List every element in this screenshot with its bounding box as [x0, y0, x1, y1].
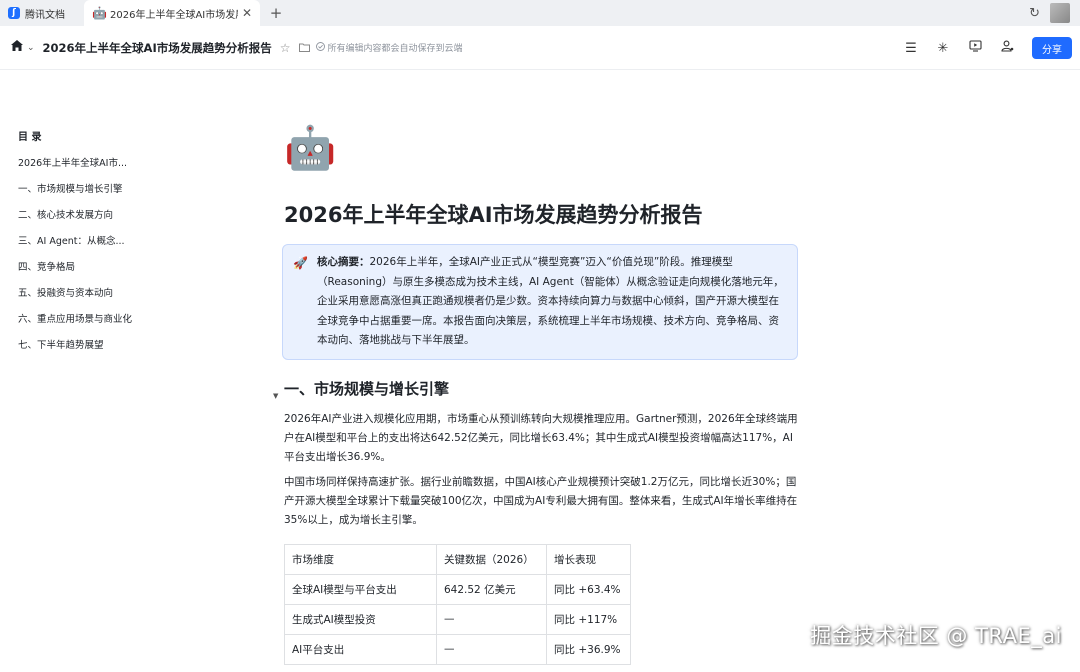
table-row: AI平台支出 — 同比 +36.9%	[284, 633, 631, 665]
table-row: 生成式AI模型投资 — 同比 +117%	[284, 603, 631, 635]
table-header-cell[interactable]: 市场维度	[284, 543, 437, 575]
toc-item[interactable]: 2026年上半年全球AI市...	[18, 157, 148, 183]
table-row: 全球AI模型与平台支出 642.52 亿美元 同比 +63.4%	[284, 573, 631, 605]
star-icon[interactable]: ☆	[280, 41, 291, 55]
table-cell[interactable]: 同比 +63.4%	[546, 573, 631, 605]
paragraph[interactable]: 中国市场同样保持高速扩张。据行业前瞻数据，中国AI核心产业规模预计突破1.2万亿…	[284, 473, 800, 530]
toc-item[interactable]: 四、竞争格局	[18, 261, 148, 287]
check-circle-icon	[315, 41, 325, 54]
share-button[interactable]: 分享	[1032, 37, 1072, 59]
browser-tab-strip: ʃ 腾讯文档 🤖 2026年上半年全球AI市场发展趋势 ✕ + ↻	[0, 0, 1080, 26]
table-header-cell[interactable]: 增长表现	[546, 543, 631, 575]
tencent-docs-logo-icon: ʃ	[8, 7, 20, 19]
page-title[interactable]: 2026年上半年全球AI市场发展趋势分析报告	[284, 200, 800, 230]
user-permission-icon[interactable]	[1000, 40, 1014, 56]
menu-icon[interactable]: ☰	[904, 41, 918, 56]
table-cell[interactable]: AI平台支出	[284, 633, 437, 665]
table-cell[interactable]: 同比 +117%	[546, 603, 631, 635]
document-title[interactable]: 2026年上半年全球AI市场发展趋势分析报告	[43, 40, 272, 56]
folder-icon[interactable]	[298, 41, 310, 55]
toc-item[interactable]: 六、重点应用场景与商业化	[18, 313, 148, 339]
table-cell[interactable]: 全球AI模型与平台支出	[284, 573, 437, 605]
close-tab-icon[interactable]: ✕	[242, 6, 252, 20]
collapse-triangle-icon[interactable]: ▼	[273, 385, 278, 407]
table-of-contents: 目 录 2026年上半年全球AI市... 一、市场规模与增长引擎 二、核心技术发…	[18, 128, 148, 365]
rocket-icon: 🚀	[293, 256, 308, 270]
toc-title: 目 录	[18, 132, 42, 143]
save-status: 所有编辑内容都会自动保存到云端	[315, 41, 463, 54]
toc-item[interactable]: 一、市场规模与增长引擎	[18, 183, 148, 209]
browser-controls: ↻	[1029, 3, 1070, 23]
callout-text: 2026年上半年，全球AI产业正式从“模型竞赛”迈入“价值兑现”阶段。推理模型（…	[317, 256, 784, 346]
robot-favicon-icon: 🤖	[92, 6, 107, 20]
section-heading[interactable]: ▼ 一、市场规模与增长引擎	[273, 378, 800, 400]
new-tab-button[interactable]: +	[264, 4, 288, 22]
table-header-row: 市场维度 关键数据（2026） 增长表现	[284, 543, 631, 575]
tab-tencent-docs[interactable]: ʃ 腾讯文档	[0, 0, 78, 26]
summary-callout[interactable]: 🚀 核心摘要：2026年上半年，全球AI产业正式从“模型竞赛”迈入“价值兑现”阶…	[282, 244, 798, 360]
table-cell[interactable]: —	[436, 633, 547, 665]
home-icon[interactable]	[10, 39, 24, 56]
table-header-cell[interactable]: 关键数据（2026）	[436, 543, 547, 575]
toc-item[interactable]: 二、核心技术发展方向	[18, 209, 148, 235]
table-cell[interactable]: 642.52 亿美元	[436, 573, 547, 605]
reload-icon[interactable]: ↻	[1029, 6, 1040, 21]
ai-sparkle-icon[interactable]: ✳	[936, 41, 950, 56]
presentation-icon[interactable]	[968, 40, 982, 56]
callout-lead: 核心摘要：	[317, 256, 370, 268]
document-body[interactable]: 🤖 2026年上半年全球AI市场发展趋势分析报告 🚀 核心摘要：2026年上半年…	[273, 122, 800, 665]
header-actions: ☰ ✳ 分享	[904, 26, 1072, 70]
toc-item[interactable]: 三、AI Agent：从概念...	[18, 235, 148, 261]
table-cell[interactable]: —	[436, 603, 547, 635]
table-cell[interactable]: 生成式AI模型投资	[284, 603, 437, 635]
watermark: 掘金技术社区 @ TRAE_ai	[810, 624, 1062, 648]
document-header: ⌄ 2026年上半年全球AI市场发展趋势分析报告 ☆ 所有编辑内容都会自动保存到…	[0, 26, 1080, 70]
chevron-down-icon[interactable]: ⌄	[27, 43, 35, 53]
document-emoji-icon[interactable]: 🤖	[284, 122, 800, 178]
profile-avatar[interactable]	[1050, 3, 1070, 23]
toc-item[interactable]: 七、下半年趋势展望	[18, 339, 148, 365]
tab-label: 2026年上半年全球AI市场发展趋势	[110, 9, 238, 21]
market-data-table[interactable]: 市场维度 关键数据（2026） 增长表现 全球AI模型与平台支出 642.52 …	[284, 543, 631, 665]
save-status-text: 所有编辑内容都会自动保存到云端	[327, 44, 463, 54]
tab-current-document[interactable]: 🤖 2026年上半年全球AI市场发展趋势 ✕	[84, 0, 260, 26]
paragraph[interactable]: 2026年AI产业进入规模化应用期，市场重心从预训练转向大规模推理应用。Gart…	[284, 410, 800, 467]
tab-label: 腾讯文档	[25, 9, 65, 21]
table-cell[interactable]: 同比 +36.9%	[546, 633, 631, 665]
section-heading-text: 一、市场规模与增长引擎	[284, 379, 450, 398]
toc-item[interactable]: 五、投融资与资本动向	[18, 287, 148, 313]
